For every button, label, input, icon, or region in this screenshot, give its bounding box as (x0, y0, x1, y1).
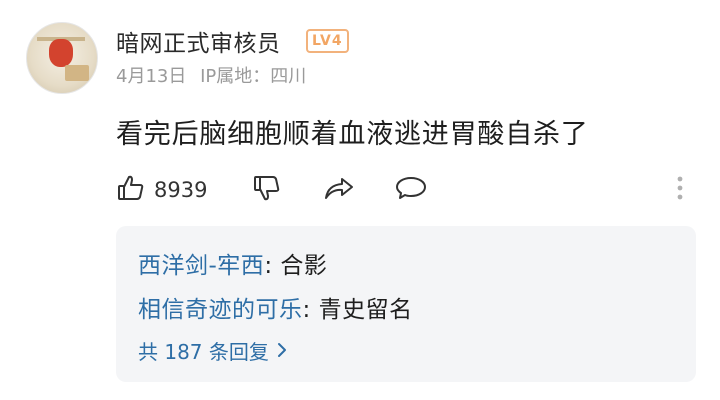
like-button[interactable]: 8939 (116, 170, 207, 210)
reply-item[interactable]: 西洋剑-牢西: 合影 (138, 246, 327, 280)
dislike-button[interactable] (252, 170, 282, 210)
view-all-replies-link[interactable]: 共 187 条回复 (138, 336, 287, 365)
more-options-button[interactable] (672, 170, 688, 210)
reply-author[interactable]: 西洋剑-牢西 (138, 253, 264, 279)
level-badge: LV4 (306, 29, 349, 53)
comment-action-bar: 8939 (116, 170, 696, 210)
reply-item[interactable]: 相信奇迹的可乐: 青史留名 (138, 290, 413, 324)
chevron-right-icon (277, 339, 287, 363)
comment-meta: 4月13日 IP属地：四川 (116, 62, 306, 88)
reply-preview-box: 西洋剑-牢西: 合影 相信奇迹的可乐: 青史留名 共 187 条回复 (116, 226, 696, 382)
avatar-box (65, 65, 89, 81)
user-avatar[interactable] (26, 22, 98, 94)
thumbs-down-icon (252, 173, 282, 207)
reply-separator: : (264, 253, 281, 279)
reply-separator: : (302, 297, 319, 323)
like-count: 8939 (154, 178, 208, 202)
comment-button[interactable] (394, 170, 428, 210)
avatar-emblem (49, 39, 73, 67)
thumbs-up-icon (116, 173, 146, 207)
ip-location: IP属地：四川 (200, 66, 307, 87)
share-icon (322, 173, 356, 207)
more-vertical-icon (676, 175, 684, 205)
comment-date: 4月13日 (116, 66, 187, 87)
reply-text: 青史留名 (318, 297, 413, 323)
username[interactable]: 暗网正式审核员 (116, 24, 281, 58)
view-all-replies-label: 共 187 条回复 (138, 340, 269, 364)
reply-text: 合影 (280, 253, 328, 279)
reply-author[interactable]: 相信奇迹的可乐 (138, 297, 303, 323)
share-button[interactable] (322, 170, 356, 210)
comment-text: 看完后脑细胞顺着血液逃进胃酸自杀了 (116, 119, 589, 150)
comment-bubble-icon (394, 173, 428, 207)
